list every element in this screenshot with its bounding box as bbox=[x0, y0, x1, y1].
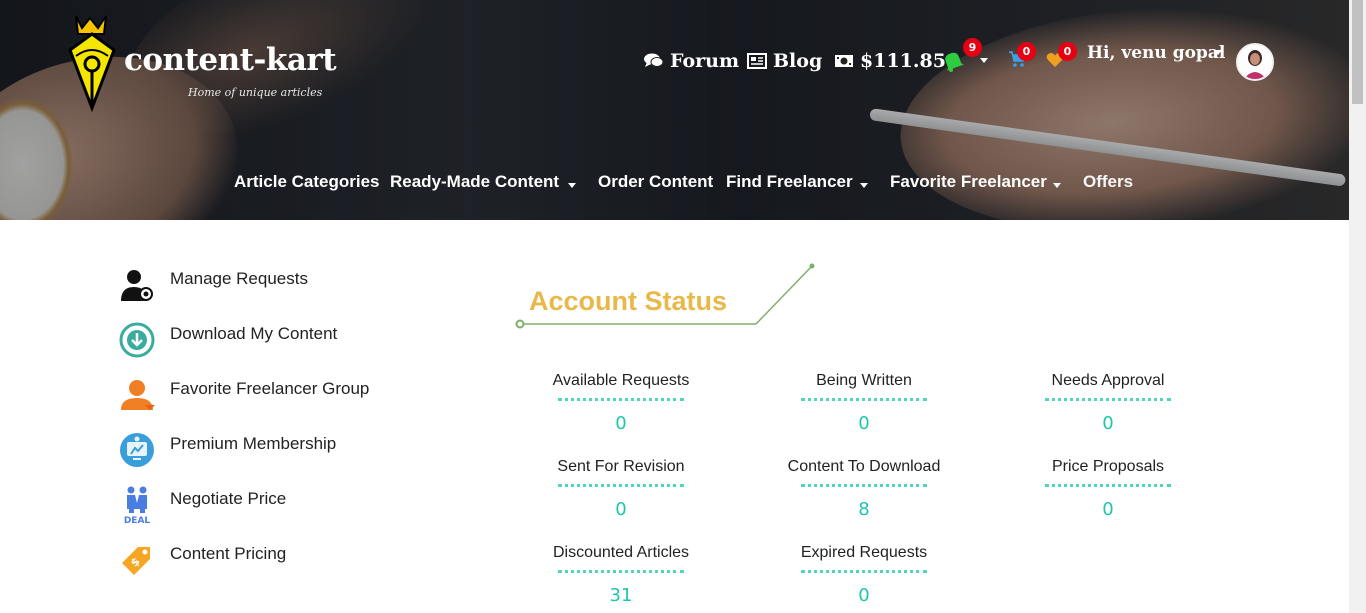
bell-icon bbox=[945, 52, 964, 72]
stat-content-to-download[interactable]: Content To Download 8 bbox=[774, 458, 954, 520]
brand-tagline: Home of unique articles bbox=[188, 86, 323, 99]
sidebar-item-content-pricing[interactable]: $ Content Pricing bbox=[118, 541, 418, 581]
stat-sent-for-revision[interactable]: Sent For Revision 0 bbox=[531, 458, 711, 520]
stat-value: 8 bbox=[858, 499, 870, 520]
stat-price-proposals[interactable]: Price Proposals 0 bbox=[1018, 458, 1198, 520]
chevron-down-icon[interactable] bbox=[860, 183, 868, 188]
divider bbox=[558, 398, 684, 401]
nav-ready-made-content[interactable]: Ready-Made Content bbox=[390, 172, 559, 192]
divider bbox=[558, 484, 684, 487]
price-tag-icon: $ bbox=[118, 541, 156, 579]
stat-needs-approval[interactable]: Needs Approval 0 bbox=[1018, 372, 1198, 434]
divider bbox=[801, 484, 927, 487]
divider bbox=[801, 570, 927, 573]
balance-amount: $111.85 bbox=[860, 50, 946, 72]
nav-order-content[interactable]: Order Content bbox=[598, 172, 713, 192]
nav-favorite-freelancer[interactable]: Favorite Freelancer bbox=[890, 172, 1047, 192]
favorites-count-badge: 0 bbox=[1058, 42, 1077, 61]
money-bill-icon bbox=[835, 55, 853, 67]
divider bbox=[558, 570, 684, 573]
sidebar-item-label: Download My Content bbox=[170, 324, 338, 343]
sidebar-item-premium-membership[interactable]: Premium Membership bbox=[118, 431, 418, 471]
notifications-button[interactable] bbox=[942, 50, 964, 72]
divider bbox=[801, 398, 927, 401]
avatar[interactable] bbox=[1236, 43, 1274, 81]
download-icon bbox=[118, 321, 156, 359]
user-photo-icon bbox=[1238, 45, 1272, 79]
stat-label: Discounted Articles bbox=[552, 544, 690, 561]
stat-label: Available Requests bbox=[552, 372, 690, 389]
cart-count-badge: 0 bbox=[1017, 42, 1036, 61]
sidebar-item-label: Content Pricing bbox=[170, 544, 287, 563]
divider bbox=[1045, 398, 1171, 401]
sidebar-item-favorite-freelancer-group[interactable]: Favorite Freelancer Group bbox=[118, 376, 418, 416]
scrollbar-thumb[interactable] bbox=[1352, 0, 1363, 104]
stat-available-requests[interactable]: Available Requests 0 bbox=[531, 372, 711, 434]
stat-expired-requests[interactable]: Expired Requests 0 bbox=[774, 544, 954, 606]
stat-value: 31 bbox=[609, 585, 633, 606]
chevron-down-icon[interactable] bbox=[980, 58, 988, 63]
page-scrollbar[interactable] bbox=[1349, 0, 1366, 613]
nav-offers[interactable]: Offers bbox=[1083, 172, 1133, 192]
comments-icon bbox=[644, 53, 664, 67]
stat-label: Content To Download bbox=[787, 458, 941, 475]
stat-value: 0 bbox=[615, 413, 627, 434]
nav-find-freelancer[interactable]: Find Freelancer bbox=[726, 172, 853, 192]
sidebar-item-label: Negotiate Price bbox=[170, 489, 287, 508]
chevron-down-icon[interactable] bbox=[1053, 183, 1061, 188]
stat-label: Needs Approval bbox=[1051, 372, 1165, 389]
premium-icon bbox=[118, 431, 156, 469]
manage-requests-icon bbox=[118, 266, 156, 304]
brand-name: content-kart bbox=[124, 42, 337, 78]
stat-label: Expired Requests bbox=[800, 544, 928, 561]
stat-value: 0 bbox=[1102, 499, 1114, 520]
stat-value: 0 bbox=[615, 499, 627, 520]
notifications-count-badge: 9 bbox=[963, 38, 982, 57]
stat-discounted-articles[interactable]: Discounted Articles 31 bbox=[531, 544, 711, 606]
deal-icon-text: DEAL bbox=[124, 516, 151, 525]
stat-value: 0 bbox=[1102, 413, 1114, 434]
user-group-icon bbox=[118, 376, 156, 414]
sidebar-item-label: Manage Requests bbox=[170, 269, 308, 288]
chevron-down-icon[interactable] bbox=[568, 183, 576, 188]
blog-link[interactable]: Blog bbox=[747, 50, 822, 72]
stat-value: 0 bbox=[858, 413, 870, 434]
user-menu-greeting[interactable]: Hi, venu gopal bbox=[1087, 43, 1225, 63]
forum-label: Forum bbox=[670, 50, 740, 72]
stat-value: 0 bbox=[858, 585, 870, 606]
sidebar-item-label: Favorite Freelancer Group bbox=[170, 379, 370, 398]
nav-article-categories[interactable]: Article Categories bbox=[234, 172, 380, 192]
forum-link[interactable]: Forum bbox=[644, 50, 739, 72]
sidebar-item-negotiate-price[interactable]: DEAL Negotiate Price bbox=[118, 486, 418, 526]
newspaper-icon bbox=[747, 53, 767, 69]
sidebar-item-label: Premium Membership bbox=[170, 434, 337, 453]
blog-label: Blog bbox=[773, 50, 823, 72]
sidebar-item-manage-requests[interactable]: Manage Requests bbox=[118, 266, 418, 306]
chevron-down-icon[interactable] bbox=[1214, 50, 1222, 55]
site-logo[interactable]: content-kart Home of unique articles bbox=[62, 14, 337, 114]
divider bbox=[1045, 484, 1171, 487]
stat-label: Price Proposals bbox=[1051, 458, 1165, 475]
header-banner: content-kart Home of unique articles For… bbox=[0, 0, 1349, 220]
stat-label: Sent For Revision bbox=[557, 458, 685, 475]
wallet-balance-link[interactable]: $111.85 bbox=[834, 50, 946, 72]
pen-nib-crown-icon bbox=[68, 15, 116, 113]
stat-label: Being Written bbox=[816, 372, 912, 389]
stat-being-written[interactable]: Being Written 0 bbox=[774, 372, 954, 434]
sidebar-item-download-my-content[interactable]: Download My Content bbox=[118, 321, 418, 361]
account-status-title: Account Status bbox=[529, 286, 728, 316]
deal-icon: DEAL bbox=[118, 486, 156, 525]
